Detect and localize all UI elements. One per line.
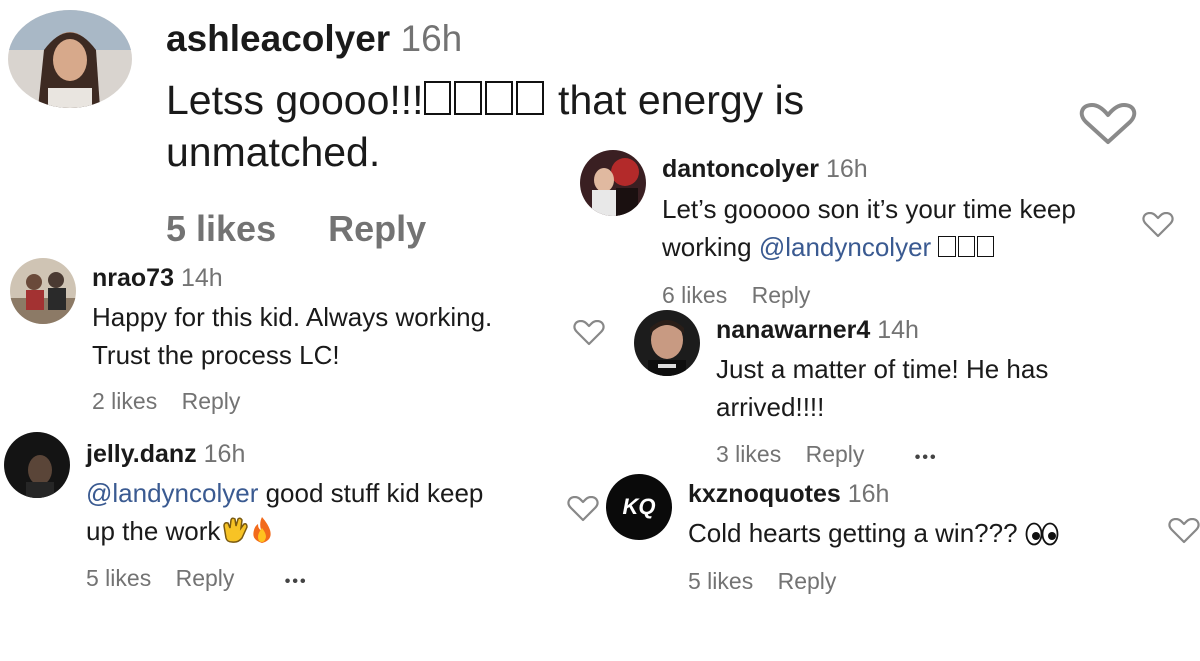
- avatar[interactable]: [634, 310, 700, 376]
- avatar[interactable]: [580, 150, 646, 216]
- likes-count[interactable]: 5 likes: [166, 208, 276, 250]
- more-options-icon[interactable]: •••: [285, 573, 308, 591]
- timestamp: 14h: [877, 316, 919, 344]
- timestamp: 16h: [203, 440, 246, 468]
- comment-header: nanawarner4 14h: [716, 316, 919, 345]
- avatar-initials: KQ: [622, 494, 656, 519]
- avatar[interactable]: KQ: [606, 474, 672, 540]
- heart-icon[interactable]: [1078, 102, 1138, 146]
- comment-text: @landyncolyer good stuff kid keep up the…: [86, 474, 483, 554]
- comment-text: Just a matter of time! He has arrived!!!…: [716, 354, 1049, 422]
- comment-text: Cold hearts getting a win???: [688, 514, 1059, 556]
- missing-glyph-icon: [454, 81, 483, 115]
- comment-actions: 2 likes Reply: [92, 388, 240, 415]
- comment-text: Let’s gooooo son it’s your time keep wor…: [662, 194, 1076, 262]
- comment-header: jelly.danz 16h: [86, 440, 245, 469]
- comment-actions: 5 likes Reply: [166, 208, 426, 250]
- heart-icon[interactable]: [573, 320, 605, 346]
- username[interactable]: kxznoquotes: [688, 480, 841, 508]
- comment-actions: 6 likes Reply: [662, 282, 810, 309]
- likes-count[interactable]: 3 likes: [716, 441, 781, 468]
- username[interactable]: ashleacolyer: [166, 18, 390, 59]
- missing-glyph-icon: [976, 235, 994, 257]
- avatar[interactable]: [10, 258, 76, 324]
- more-options-icon[interactable]: •••: [915, 449, 938, 467]
- timestamp: 16h: [825, 155, 868, 183]
- heart-icon[interactable]: [567, 496, 599, 522]
- comment-actions: 5 likes Reply: [688, 568, 836, 595]
- missing-glyph-icon: [423, 81, 452, 115]
- timestamp: 14h: [180, 264, 223, 292]
- comment-header: kxznoquotes 16h: [688, 480, 889, 509]
- mention-link[interactable]: @landyncolyer: [86, 478, 258, 508]
- missing-glyph-icon: [515, 81, 544, 115]
- reply-button[interactable]: Reply: [176, 565, 235, 592]
- mention-link[interactable]: @landyncolyer: [759, 232, 931, 262]
- comment-actions: 3 likes Reply •••: [716, 441, 938, 468]
- username[interactable]: nrao73: [92, 264, 174, 292]
- comment-header: dantoncolyer 16h: [662, 155, 868, 184]
- reply-button[interactable]: Reply: [752, 282, 811, 309]
- comment-actions: 5 likes Reply •••: [86, 565, 308, 592]
- likes-count[interactable]: 5 likes: [688, 568, 753, 595]
- missing-glyph-icon: [957, 235, 975, 257]
- reply-button[interactable]: Reply: [328, 208, 426, 250]
- fire-icon: [250, 516, 274, 554]
- likes-count[interactable]: 2 likes: [92, 388, 157, 415]
- reply-button[interactable]: Reply: [778, 568, 837, 595]
- heart-icon[interactable]: [1168, 518, 1200, 544]
- timestamp: 16h: [400, 18, 463, 59]
- timestamp: 16h: [847, 480, 890, 508]
- comment-header: ashleacolyer 16h: [166, 18, 462, 60]
- reply-button[interactable]: Reply: [806, 441, 865, 468]
- username[interactable]: dantoncolyer: [662, 155, 819, 183]
- avatar[interactable]: [8, 10, 132, 108]
- username[interactable]: jelly.danz: [86, 440, 197, 468]
- missing-glyph-icon: [485, 81, 513, 115]
- comment-header: nrao73 14h: [92, 264, 223, 293]
- clapping-hands-icon: [220, 516, 250, 554]
- username[interactable]: nanawarner4: [716, 316, 870, 344]
- missing-glyph-icon: [938, 235, 956, 257]
- likes-count[interactable]: 6 likes: [662, 282, 727, 309]
- heart-icon[interactable]: [1142, 212, 1174, 238]
- eyes-icon: [1025, 518, 1059, 556]
- reply-button[interactable]: Reply: [182, 388, 241, 415]
- likes-count[interactable]: 5 likes: [86, 565, 151, 592]
- comment-text: Happy for this kid. Always working. Trus…: [92, 302, 493, 370]
- avatar[interactable]: [4, 432, 70, 498]
